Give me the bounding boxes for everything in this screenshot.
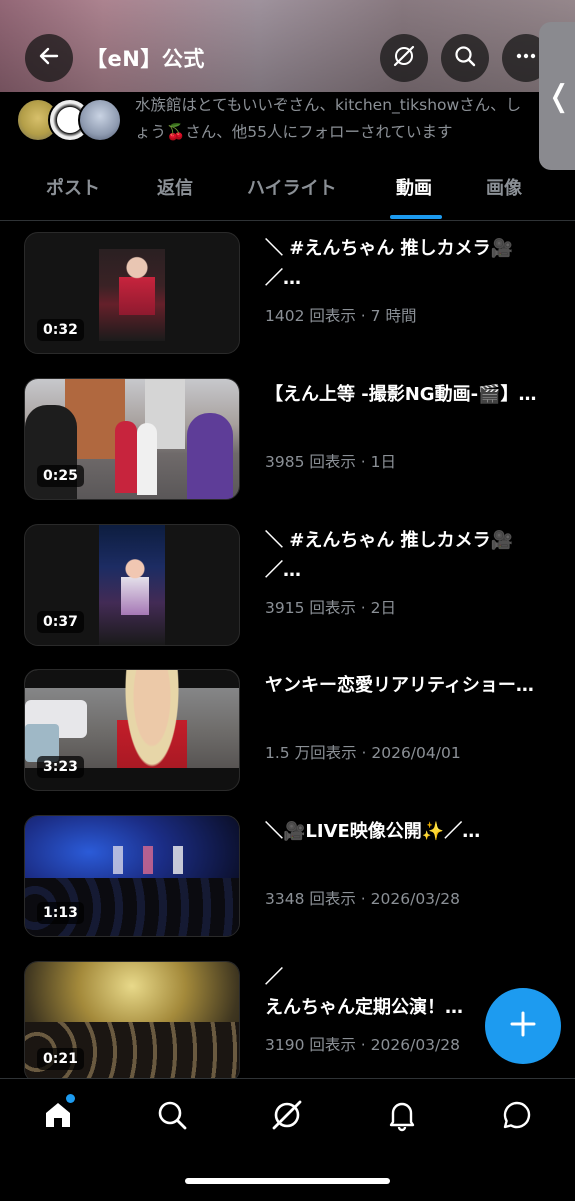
search-icon	[453, 44, 477, 72]
nav-messages[interactable]	[497, 1097, 537, 1137]
video-title: ＼ #えんちゃん 推しカメラ🎥／…	[265, 238, 514, 289]
video-duration: 1:13	[37, 902, 84, 924]
video-meta: 1.5 万回表示 · 2026/04/01	[265, 744, 461, 762]
nav-search[interactable]	[152, 1097, 192, 1137]
nav-home[interactable]	[38, 1097, 78, 1137]
list-item[interactable]: 3:23 ヤンキー恋愛リアリティショー… 1.5 万回表示 · 2026/04/…	[0, 669, 575, 815]
search-button[interactable]	[441, 34, 489, 82]
video-title: 【えん上等 -撮影NG動画-🎬】…	[265, 384, 537, 405]
search-icon	[155, 1098, 189, 1136]
tab-posts[interactable]: ポスト	[46, 174, 100, 200]
video-thumbnail[interactable]: 0:37	[24, 524, 240, 646]
tab-replies[interactable]: 返信	[157, 174, 193, 200]
video-title: ＼ #えんちゃん 推しカメラ🎥／…	[265, 530, 514, 581]
bell-icon	[385, 1098, 419, 1136]
chat-bubble-icon	[500, 1098, 534, 1136]
video-thumbnail[interactable]: 3:23	[24, 669, 240, 791]
video-title: ＼🎥LIVE映像公開✨／…	[265, 821, 481, 842]
video-duration: 0:21	[37, 1048, 84, 1070]
side-panel-handle[interactable]: ❬	[539, 22, 575, 170]
list-item[interactable]: 1:13 ＼🎥LIVE映像公開✨／… 3348 回表示 · 2026/03/28	[0, 815, 575, 961]
nav-notifications[interactable]	[382, 1097, 422, 1137]
home-icon	[41, 1098, 75, 1136]
video-duration: 0:32	[37, 319, 84, 341]
video-thumbnail[interactable]: 0:32	[24, 232, 240, 354]
compose-button[interactable]	[485, 988, 561, 1064]
video-duration: 3:23	[37, 756, 84, 778]
list-item[interactable]: 0:25 【えん上等 -撮影NG動画-🎬】… 3985 回表示 · 1日	[0, 378, 575, 524]
followed-by-row[interactable]: 水族館はとてもいいぞさん、kitchen_tikshowさん、しょう🍒さん、他5…	[0, 92, 575, 152]
video-meta: 3190 回表示 · 2026/03/28	[265, 1036, 460, 1054]
followed-by-text: 水族館はとてもいいぞさん、kitchen_tikshowさん、しょう🍒さん、他5…	[135, 96, 522, 141]
profile-tabs: ポスト 返信 ハイライト 動画 画像	[0, 160, 575, 221]
video-meta: 3915 回表示 · 2日	[265, 599, 397, 617]
video-duration: 0:37	[37, 611, 84, 633]
chevron-left-icon: ❬	[546, 78, 572, 114]
video-meta: 3348 回表示 · 2026/03/28	[265, 890, 460, 908]
video-title: ヤンキー恋愛リアリティショー…	[265, 675, 534, 696]
arrow-left-icon	[37, 44, 61, 72]
nav-grok[interactable]	[267, 1097, 307, 1137]
video-thumbnail[interactable]: 0:25	[24, 378, 240, 500]
active-tab-indicator	[390, 215, 442, 219]
list-item[interactable]: 0:32 ＼ #えんちゃん 推しカメラ🎥／… 1402 回表示 · 7 時間	[0, 232, 575, 378]
notification-dot	[66, 1094, 75, 1103]
video-thumbnail[interactable]: 0:21	[24, 961, 240, 1083]
video-meta: 1402 回表示 · 7 時間	[265, 307, 417, 325]
avatar	[78, 98, 122, 142]
grok-button[interactable]	[380, 34, 428, 82]
plus-icon	[508, 1009, 538, 1043]
back-button[interactable]	[25, 34, 73, 82]
video-duration: 0:25	[37, 465, 84, 487]
video-thumbnail[interactable]: 1:13	[24, 815, 240, 937]
video-meta: 3985 回表示 · 1日	[265, 453, 397, 471]
home-indicator	[185, 1178, 390, 1184]
tab-highlights[interactable]: ハイライト	[247, 174, 337, 200]
grok-slash-circle-icon	[391, 43, 417, 73]
tab-videos[interactable]: 動画	[396, 174, 432, 200]
page-title: 【eN】公式	[86, 47, 205, 71]
grok-slash-circle-icon	[269, 1097, 305, 1137]
tab-images[interactable]: 画像	[486, 174, 522, 200]
more-horizontal-icon	[514, 44, 538, 72]
list-item[interactable]: 0:37 ＼ #えんちゃん 推しカメラ🎥／… 3915 回表示 · 2日	[0, 524, 575, 670]
